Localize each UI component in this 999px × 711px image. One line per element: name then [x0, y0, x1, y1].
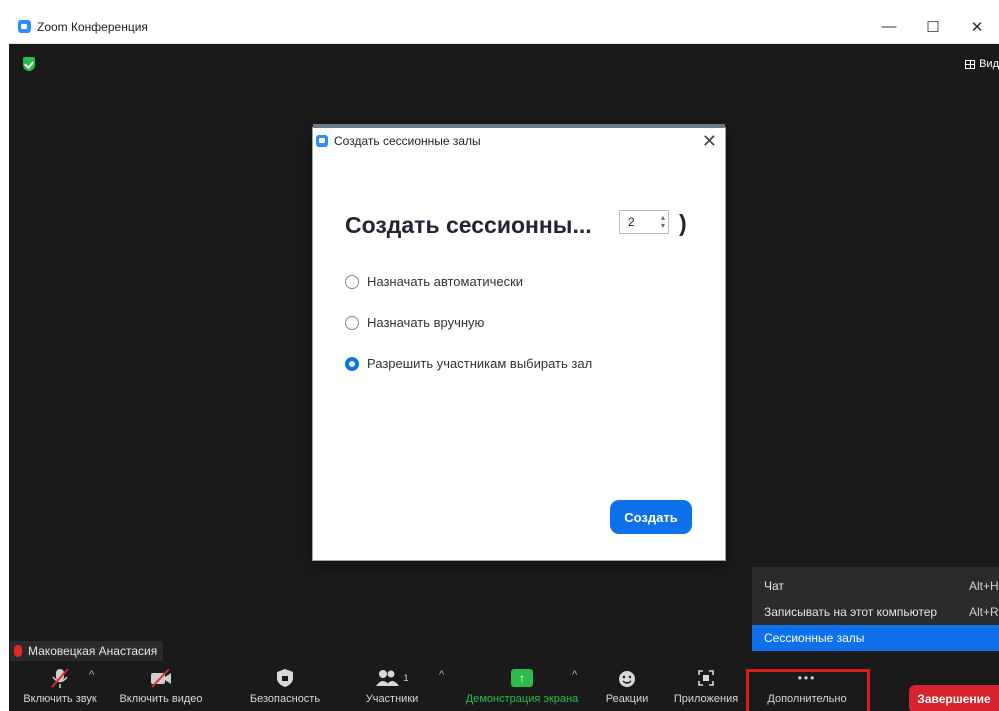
menu-item-label: Чат	[764, 579, 784, 593]
window-title: Zoom Конференция	[37, 19, 148, 34]
muted-microphone-icon	[49, 665, 71, 691]
room-count-value: 2	[628, 215, 635, 229]
participants-button[interactable]: 1 Участники	[357, 663, 427, 711]
muted-mic-icon	[14, 645, 22, 657]
option-let-participants-choose[interactable]: Разрешить участникам выбирать зал	[345, 356, 592, 371]
menu-item-shortcut: Alt+H	[969, 579, 999, 593]
unmute-label: Включить звук	[23, 693, 97, 705]
end-meeting-button[interactable]: Завершение	[909, 685, 999, 711]
participants-icon: 1	[375, 665, 409, 691]
menu-item-chat[interactable]: Чат Alt+H	[752, 573, 999, 599]
apps-label: Приложения	[673, 693, 739, 705]
reactions-label: Реакции	[605, 693, 649, 705]
dialog-top-strip	[313, 124, 725, 128]
participant-name: Маковецкая Анастасия	[28, 644, 158, 658]
dialog-title: Создать сессионные залы	[334, 134, 481, 148]
menu-item-breakout-rooms[interactable]: Сессионные залы	[752, 625, 999, 651]
reactions-button[interactable]: Реакции	[599, 663, 655, 711]
start-video-button[interactable]: Включить видео	[113, 663, 209, 711]
radio-button[interactable]	[345, 274, 359, 289]
minimize-button[interactable]: —	[867, 10, 911, 43]
security-shield-icon[interactable]	[23, 57, 35, 71]
share-screen-label: Демонстрация экрана	[465, 693, 579, 705]
meeting-toolbar: Включить звук ^ Включить видео Безопасно…	[9, 663, 999, 711]
view-button[interactable]: Вид	[965, 58, 999, 70]
window-controls: — ☐ ✕	[867, 10, 999, 43]
dialog-heading: Создать сессионны...	[345, 212, 592, 238]
dialog-close-button[interactable]: ✕	[702, 132, 717, 150]
apps-button[interactable]: Приложения	[671, 663, 741, 711]
dialog-title-bar: Создать сессионные залы	[316, 134, 481, 148]
apps-icon	[697, 665, 715, 691]
video-off-icon	[149, 665, 173, 691]
share-screen-button[interactable]: ↑ Демонстрация экрана	[459, 663, 585, 711]
menu-item-label: Сессионные залы	[764, 631, 865, 645]
share-screen-icon: ↑	[511, 665, 533, 691]
option-label: Назначать автоматически	[367, 274, 524, 289]
room-count-stepper[interactable]: 2 ▴ ▾	[619, 210, 669, 234]
option-assign-automatically[interactable]: Назначать автоматически	[345, 274, 523, 289]
radio-button-selected[interactable]	[345, 356, 359, 371]
create-breakout-rooms-dialog: Создать сессионные залы ✕ Создать сессио…	[313, 124, 725, 560]
heading-suffix: )	[679, 210, 687, 236]
security-label: Безопасность	[249, 693, 321, 705]
menu-item-label: Записывать на этот компьютер	[764, 605, 938, 619]
option-label: Разрешить участникам выбирать зал	[367, 356, 593, 371]
zoom-logo-icon	[18, 20, 31, 33]
share-options-caret-icon[interactable]: ^	[572, 669, 577, 681]
security-shield-icon	[276, 665, 294, 691]
reactions-smiley-icon	[617, 665, 637, 691]
radio-button[interactable]	[345, 315, 359, 330]
view-label: Вид	[979, 58, 999, 70]
close-window-button[interactable]: ✕	[955, 10, 999, 43]
title-bar: Zoom Конференция — ☐ ✕	[9, 10, 999, 44]
participant-count: 1	[403, 673, 409, 683]
zoom-logo-icon	[316, 135, 328, 147]
participants-options-caret-icon[interactable]: ^	[439, 669, 444, 681]
option-assign-manually[interactable]: Назначать вручную	[345, 315, 484, 330]
stepper-arrows-icon[interactable]: ▴ ▾	[658, 214, 668, 230]
maximize-button[interactable]: ☐	[911, 10, 955, 43]
more-menu: Чат Alt+H Записывать на этот компьютер A…	[752, 567, 999, 651]
participant-name-tag: Маковецкая Анастасия	[10, 641, 164, 661]
highlight-annotation	[746, 669, 870, 711]
security-button[interactable]: Безопасность	[245, 663, 325, 711]
share-arrow-icon: ↑	[511, 669, 533, 687]
option-label: Назначать вручную	[367, 315, 485, 330]
menu-item-shortcut: Alt+R	[969, 605, 999, 619]
audio-options-caret-icon[interactable]: ^	[89, 669, 94, 681]
participants-label: Участники	[365, 693, 419, 705]
start-video-label: Включить видео	[119, 693, 203, 705]
menu-item-record[interactable]: Записывать на этот компьютер Alt+R	[752, 599, 999, 625]
create-button[interactable]: Создать	[610, 500, 692, 534]
grid-view-icon	[965, 59, 976, 69]
